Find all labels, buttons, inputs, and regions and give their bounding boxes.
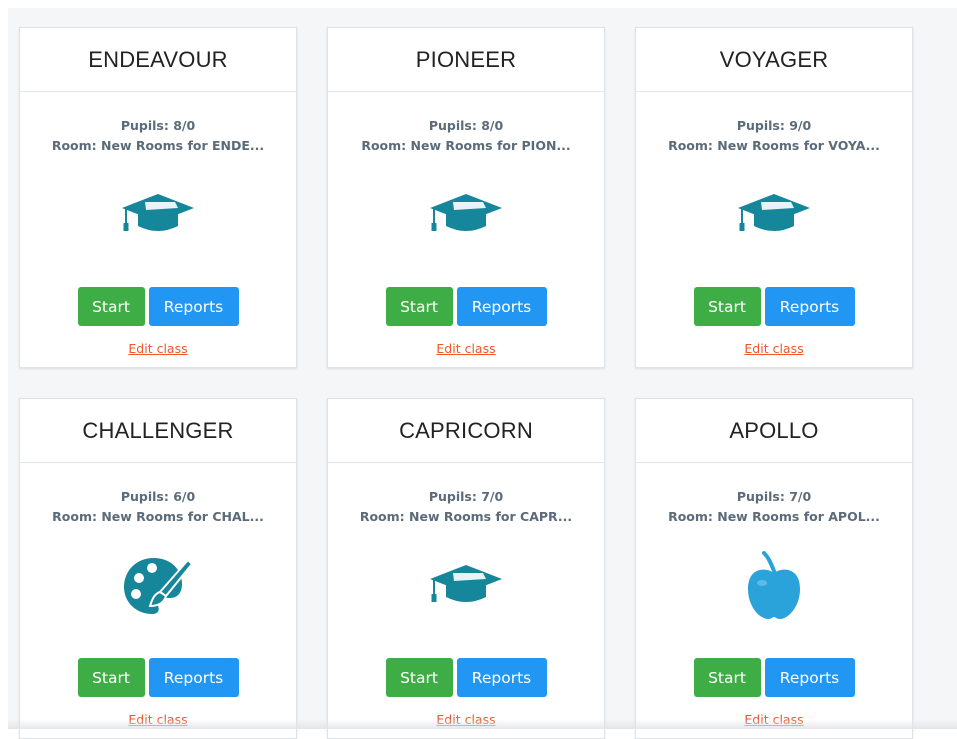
start-button[interactable]: Start bbox=[385, 658, 453, 697]
edit-class-link[interactable]: Edit class bbox=[436, 341, 495, 356]
room-name: Room: New Rooms for CHAL... bbox=[52, 509, 264, 524]
class-title: CAPRICORN bbox=[399, 417, 533, 443]
class-title: ENDEAVOUR bbox=[88, 46, 228, 72]
card-body: Pupils: 7/0 Room: New Rooms for APOL... … bbox=[636, 463, 912, 729]
pupils-count: Pupils: 8/0 bbox=[428, 118, 504, 133]
class-card-apollo: APOLLO Pupils: 7/0 Room: New Rooms for A… bbox=[635, 398, 913, 739]
start-button[interactable]: Start bbox=[77, 287, 145, 326]
reports-button[interactable]: Reports bbox=[456, 658, 547, 697]
start-button[interactable]: Start bbox=[77, 658, 145, 697]
card-header: CHALLENGER bbox=[20, 399, 296, 463]
reports-button[interactable]: Reports bbox=[764, 287, 855, 326]
start-button[interactable]: Start bbox=[385, 287, 453, 326]
class-card-voyager: VOYAGER Pupils: 9/0 Room: New Rooms for … bbox=[635, 27, 913, 368]
start-button[interactable]: Start bbox=[693, 287, 761, 326]
reports-button[interactable]: Reports bbox=[148, 658, 239, 697]
class-card-pioneer: PIONEER Pupils: 8/0 Room: New Rooms for … bbox=[327, 27, 605, 368]
room-name: Room: New Rooms for PION... bbox=[361, 138, 571, 153]
card-body: Pupils: 7/0 Room: New Rooms for CAPR... … bbox=[328, 463, 604, 729]
apple-icon bbox=[636, 541, 912, 631]
reports-button[interactable]: Reports bbox=[456, 287, 547, 326]
edit-class-link[interactable]: Edit class bbox=[128, 341, 187, 356]
reports-button[interactable]: Reports bbox=[764, 658, 855, 697]
pupils-count: Pupils: 8/0 bbox=[120, 118, 196, 133]
scroll-edge-shadow bbox=[8, 719, 957, 729]
card-header: APOLLO bbox=[636, 399, 912, 463]
start-button[interactable]: Start bbox=[693, 658, 761, 697]
pupils-count: Pupils: 7/0 bbox=[428, 489, 504, 504]
card-body: Pupils: 8/0 Room: New Rooms for PION... … bbox=[328, 92, 604, 358]
graduation-cap-icon bbox=[328, 541, 604, 631]
card-body: Pupils: 6/0 Room: New Rooms for CHAL... … bbox=[20, 463, 296, 729]
class-card-challenger: CHALLENGER Pupils: 6/0 Room: New Rooms f… bbox=[19, 398, 297, 739]
class-title: PIONEER bbox=[415, 46, 517, 72]
reports-button[interactable]: Reports bbox=[148, 287, 239, 326]
room-name: Room: New Rooms for VOYA... bbox=[668, 138, 880, 153]
class-card-capricorn: CAPRICORN Pupils: 7/0 Room: New Rooms fo… bbox=[327, 398, 605, 739]
classes-panel: ENDEAVOUR Pupils: 8/0 Room: New Rooms fo… bbox=[8, 8, 957, 739]
card-body: Pupils: 8/0 Room: New Rooms for ENDE... … bbox=[20, 92, 296, 358]
card-body: Pupils: 9/0 Room: New Rooms for VOYA... … bbox=[636, 92, 912, 358]
graduation-cap-icon bbox=[636, 170, 912, 260]
card-header: ENDEAVOUR bbox=[20, 28, 296, 92]
pupils-count: Pupils: 7/0 bbox=[736, 489, 812, 504]
card-header: PIONEER bbox=[328, 28, 604, 92]
class-title: CHALLENGER bbox=[82, 417, 234, 443]
graduation-cap-icon bbox=[20, 170, 296, 260]
graduation-cap-icon bbox=[328, 170, 604, 260]
room-name: Room: New Rooms for APOL... bbox=[668, 509, 880, 524]
card-header: VOYAGER bbox=[636, 28, 912, 92]
pupils-count: Pupils: 9/0 bbox=[736, 118, 812, 133]
class-card-endeavour: ENDEAVOUR Pupils: 8/0 Room: New Rooms fo… bbox=[19, 27, 297, 368]
room-name: Room: New Rooms for CAPR... bbox=[359, 509, 573, 524]
class-title: APOLLO bbox=[729, 417, 819, 443]
card-header: CAPRICORN bbox=[328, 399, 604, 463]
class-title: VOYAGER bbox=[719, 46, 829, 72]
edit-class-link[interactable]: Edit class bbox=[744, 341, 803, 356]
palette-icon bbox=[20, 541, 296, 631]
pupils-count: Pupils: 6/0 bbox=[120, 489, 196, 504]
room-name: Room: New Rooms for ENDE... bbox=[51, 138, 265, 153]
